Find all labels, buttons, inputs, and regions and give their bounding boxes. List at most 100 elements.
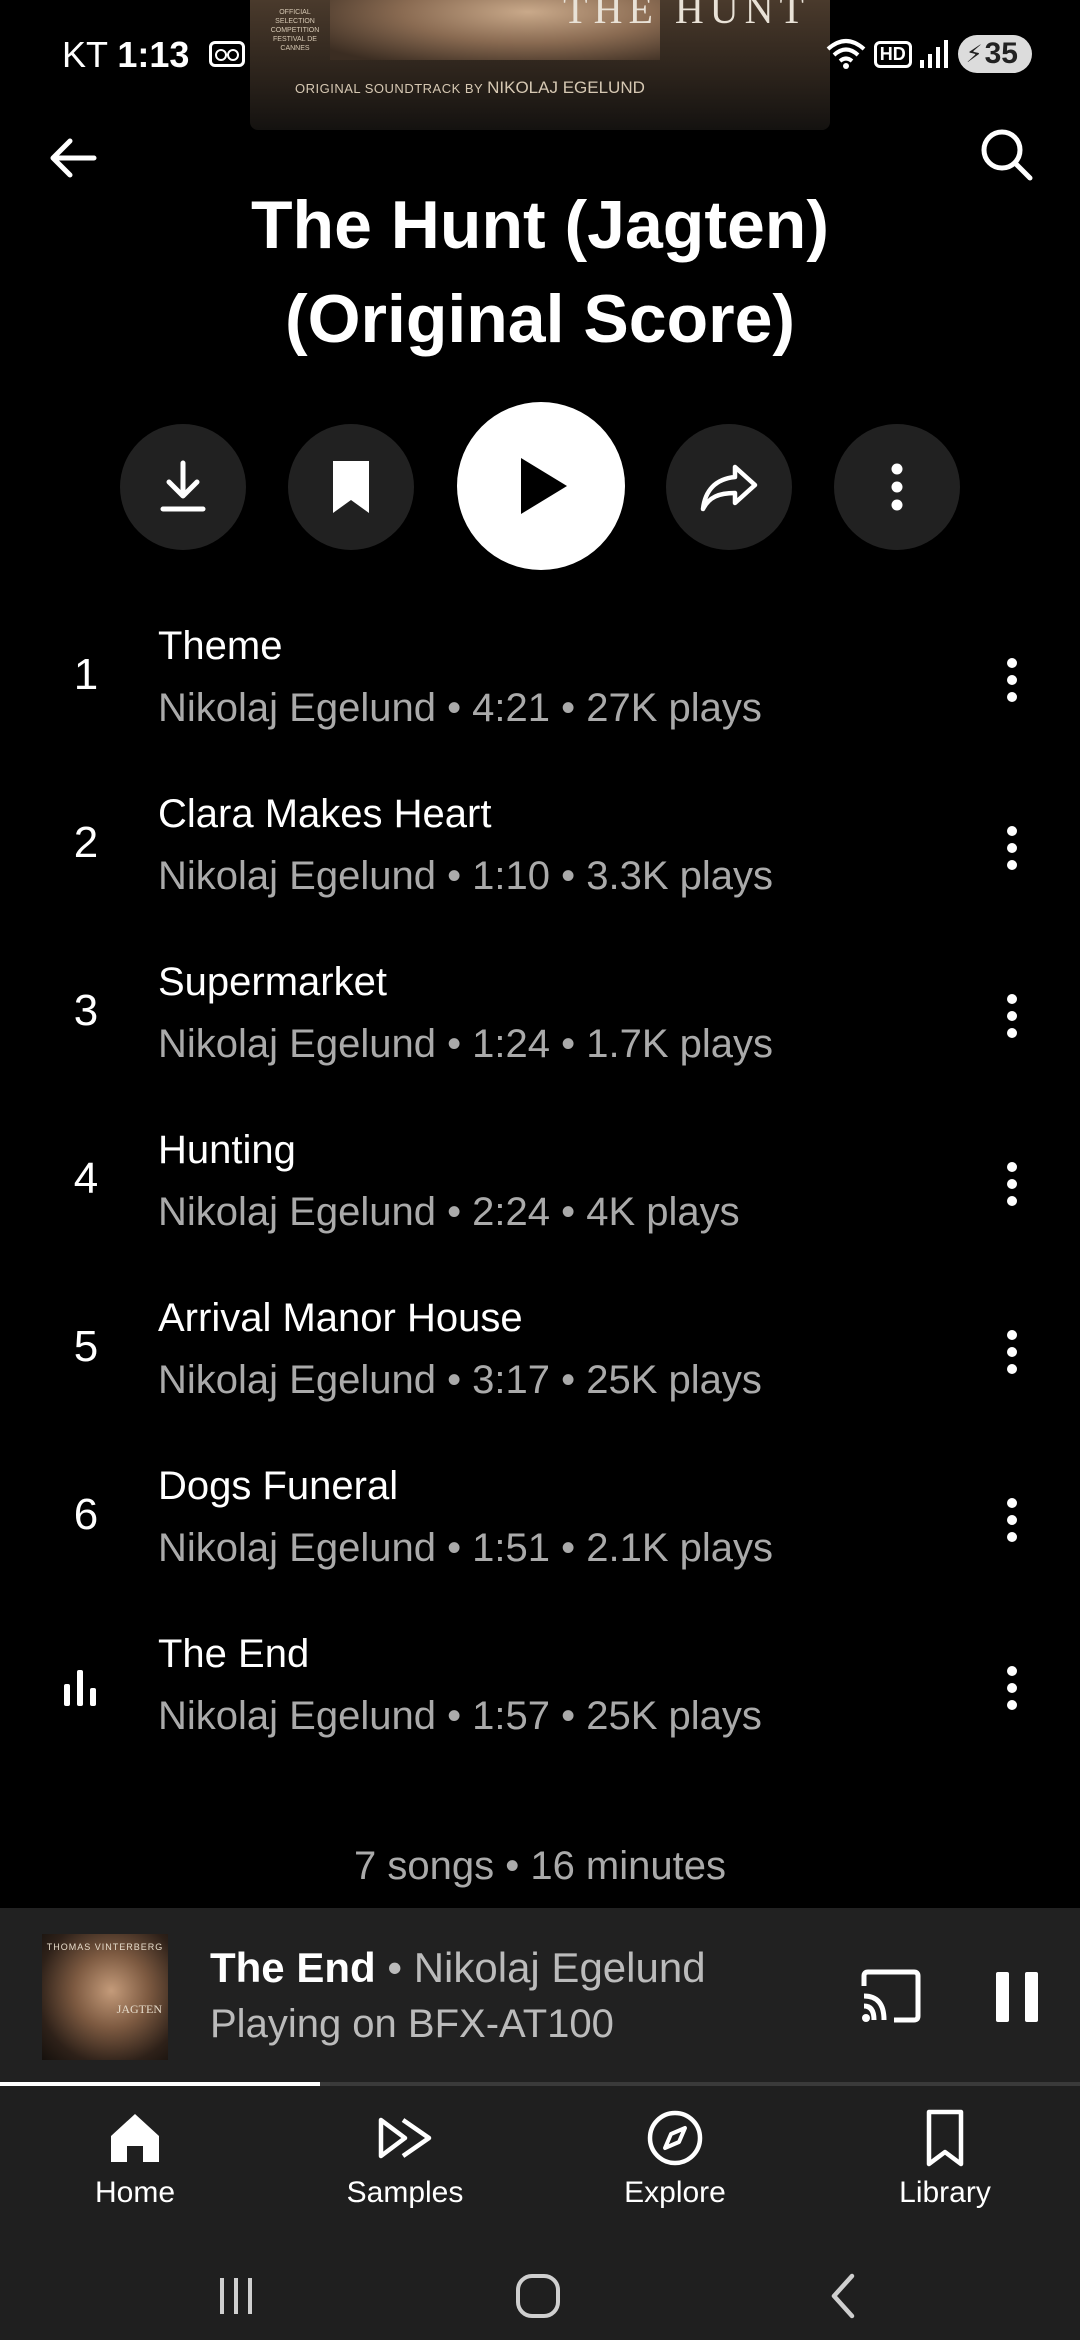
track-meta: Nikolaj Egelund • 3:17 • 25K plays: [158, 1358, 762, 1402]
track-more-button[interactable]: [980, 812, 1044, 884]
track-row[interactable]: 4 Hunting Nikolaj Egelund • 2:24 • 4K pl…: [0, 1098, 1080, 1266]
album-summary: 7 songs • 16 minutes: [354, 1844, 726, 1888]
nav-home-label: Home: [94, 2176, 176, 2209]
nav-explore[interactable]: Explore: [540, 2086, 810, 2250]
album-art-credit-prefix: ORIGINAL SOUNDTRACK BY: [295, 81, 483, 96]
nav-samples[interactable]: Samples: [270, 2086, 540, 2250]
pause-button[interactable]: [996, 1972, 1038, 2022]
nav-explore-label: Explore: [624, 2176, 726, 2209]
voicemail-icon: [209, 41, 245, 67]
more-options-button[interactable]: [834, 424, 960, 550]
bottom-navigation: Home Samples Explore Library: [0, 2086, 1080, 2250]
mini-art-top-text: THOMAS VINTERBERG: [46, 1942, 164, 1952]
wifi-icon: [826, 39, 866, 69]
more-vert-dot: [1007, 1011, 1017, 1021]
more-vert-dot: [1007, 994, 1017, 1004]
mini-player-artist: Nikolaj Egelund: [413, 1944, 706, 1991]
now-playing-equalizer-icon: [64, 1670, 104, 1706]
more-vert-dot: [1007, 1330, 1017, 1340]
mini-player[interactable]: THOMAS VINTERBERG JAGTEN The End • Nikol…: [0, 1908, 1080, 2084]
track-title: Supermarket: [158, 960, 387, 1004]
recent-apps-button[interactable]: [206, 2270, 266, 2324]
track-list: 1 Theme Nikolaj Egelund • 4:21 • 27K pla…: [0, 594, 1080, 1770]
track-title: The End: [158, 1632, 310, 1676]
download-icon: [160, 460, 206, 512]
mini-player-subtitle: Playing on BFX-AT100: [210, 2002, 614, 2046]
battery-indicator: ⚡ 35: [957, 35, 1032, 73]
samples-icon: [378, 2117, 432, 2159]
search-button[interactable]: [976, 124, 1036, 184]
track-row[interactable]: The End Nikolaj Egelund • 1:57 • 25K pla…: [0, 1602, 1080, 1770]
nav-samples-label: Samples: [346, 2176, 464, 2209]
home-system-button[interactable]: [508, 2270, 568, 2324]
system-navigation-bar: [0, 2250, 1080, 2340]
track-meta: Nikolaj Egelund • 1:24 • 1.7K plays: [158, 1022, 774, 1066]
more-vert-dot: [1007, 1179, 1017, 1189]
track-row[interactable]: 2 Clara Makes Heart Nikolaj Egelund • 1:…: [0, 762, 1080, 930]
track-title: Dogs Funeral: [158, 1464, 399, 1508]
track-row[interactable]: 1 Theme Nikolaj Egelund • 4:21 • 27K pla…: [0, 594, 1080, 762]
cast-button[interactable]: [858, 1966, 924, 2026]
home-circle-icon: [516, 2274, 560, 2318]
nav-library[interactable]: Library: [810, 2086, 1080, 2250]
status-bar: KT 1:13 HD ⚡ 35: [0, 28, 1080, 78]
track-meta: Nikolaj Egelund • 2:24 • 4K plays: [158, 1190, 740, 1234]
home-icon: [111, 2114, 159, 2162]
track-title: Hunting: [158, 1128, 296, 1172]
pause-icon: [996, 1972, 1009, 2022]
track-more-button[interactable]: [980, 980, 1044, 1052]
status-carrier-time: KT 1:13: [62, 34, 189, 76]
signal-icon: [919, 40, 948, 68]
track-meta: Nikolaj Egelund • 1:51 • 2.1K plays: [158, 1526, 774, 1570]
download-button[interactable]: [120, 424, 246, 550]
track-more-button[interactable]: [980, 644, 1044, 716]
track-more-button[interactable]: [980, 1484, 1044, 1556]
share-icon: [700, 464, 758, 512]
track-number: 4: [73, 1154, 99, 1203]
clock: 1:13: [117, 34, 190, 75]
track-number: 5: [73, 1322, 99, 1371]
track-meta: Nikolaj Egelund • 4:21 • 27K plays: [158, 686, 762, 730]
track-title: Arrival Manor House: [158, 1296, 523, 1340]
nav-home[interactable]: Home: [0, 2086, 270, 2250]
track-row[interactable]: 6 Dogs Funeral Nikolaj Egelund • 1:51 • …: [0, 1434, 1080, 1602]
more-vert-dot: [1007, 692, 1017, 702]
track-more-button[interactable]: [980, 1148, 1044, 1220]
album-art-credit-name: NIKOLAJ EGELUND: [487, 78, 645, 97]
mini-art-title-text: JAGTEN: [116, 2002, 162, 2016]
track-title: Theme: [158, 624, 283, 668]
play-button[interactable]: [457, 402, 625, 570]
mini-player-album-art: THOMAS VINTERBERG JAGTEN: [42, 1934, 168, 2060]
nav-library-label: Library: [899, 2176, 991, 2209]
more-vert-dot: [1007, 1683, 1017, 1693]
share-button[interactable]: [666, 424, 792, 550]
mini-player-title: The End • Nikolaj Egelund: [210, 1944, 706, 1992]
album-art-credit: ORIGINAL SOUNDTRACK BY NIKOLAJ EGELUND: [295, 78, 645, 98]
battery-level: 35: [984, 37, 1018, 70]
track-row[interactable]: 3 Supermarket Nikolaj Egelund • 1:24 • 1…: [0, 930, 1080, 1098]
carrier-label: KT: [62, 34, 108, 75]
track-row[interactable]: 5 Arrival Manor House Nikolaj Egelund • …: [0, 1266, 1080, 1434]
more-vert-icon: [891, 463, 903, 511]
track-meta: Nikolaj Egelund • 1:57 • 25K plays: [158, 1694, 762, 1738]
charging-icon: ⚡: [965, 40, 983, 68]
more-vert-dot: [1007, 1028, 1017, 1038]
track-number: 1: [73, 650, 99, 699]
mini-player-song: The End: [210, 1944, 376, 1991]
explore-icon: [647, 2110, 703, 2166]
play-icon: [521, 458, 567, 514]
system-back-button[interactable]: [814, 2270, 874, 2324]
track-number: 2: [73, 818, 99, 867]
track-more-button[interactable]: [980, 1316, 1044, 1388]
recent-apps-icon: [220, 2278, 252, 2314]
track-more-button[interactable]: [980, 1652, 1044, 1724]
track-number: 6: [73, 1490, 99, 1539]
album-title: The Hunt (Jagten) (Original Score): [90, 178, 990, 366]
more-vert-dot: [1007, 675, 1017, 685]
more-vert-dot: [1007, 1364, 1017, 1374]
save-button[interactable]: [288, 424, 414, 550]
more-vert-dot: [1007, 1498, 1017, 1508]
more-vert-dot: [1007, 1666, 1017, 1676]
track-number: 3: [73, 986, 99, 1035]
more-vert-dot: [1007, 658, 1017, 668]
